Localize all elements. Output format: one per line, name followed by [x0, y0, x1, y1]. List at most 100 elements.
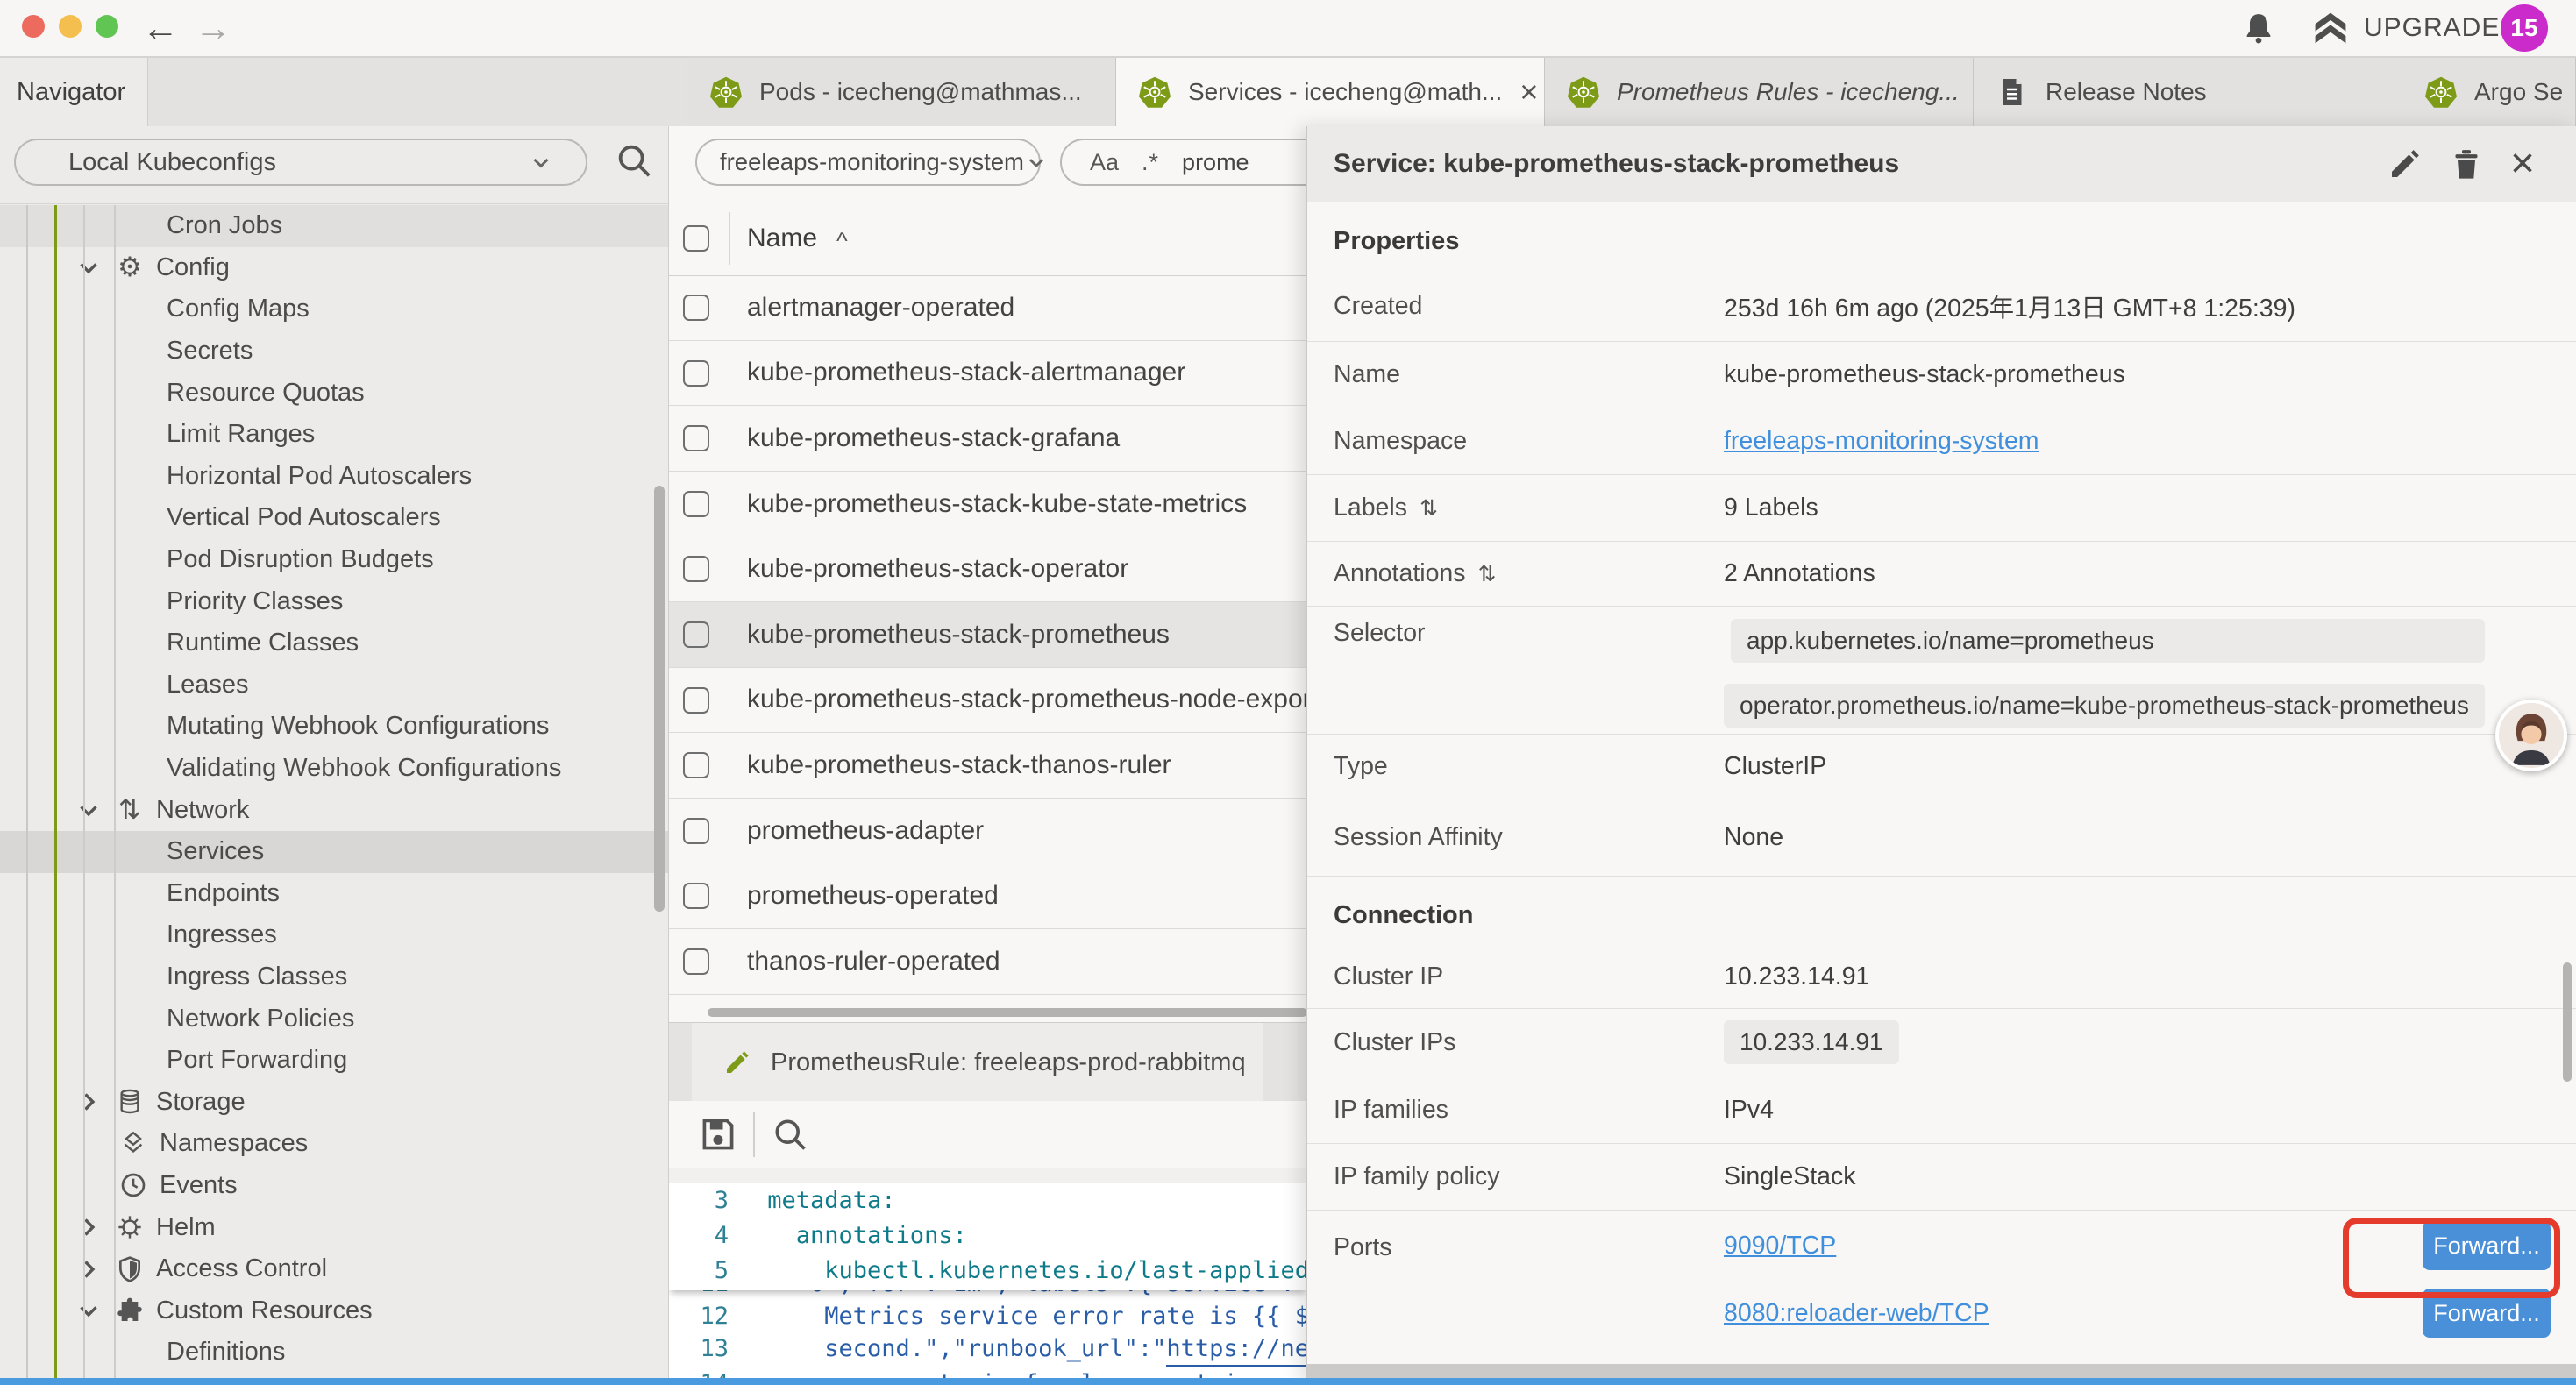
editor-tab[interactable]: Argo Se [2402, 58, 2576, 126]
close-window-button[interactable] [22, 15, 45, 38]
table-row[interactable]: kube-prometheus-stack-alertmanager [669, 341, 1307, 407]
editor-bottom-tab[interactable] [1276, 1023, 1307, 1102]
table-row[interactable]: kube-prometheus-stack-prometheus [669, 602, 1307, 668]
chevron-down-icon[interactable] [74, 1296, 103, 1325]
search-icon[interactable] [771, 1115, 809, 1154]
edit-pencil-icon[interactable] [2387, 146, 2423, 181]
sidebar-item[interactable]: Events [0, 1165, 668, 1207]
sidebar-item[interactable]: Leases [0, 664, 668, 707]
match-case-toggle[interactable]: Aa [1090, 149, 1119, 176]
table-row[interactable]: thanos-ruler-operated [669, 929, 1307, 995]
sidebar-item[interactable]: Secrets [0, 330, 668, 373]
sidebar-item[interactable]: Cron Jobs [0, 205, 668, 247]
table-row[interactable]: prometheus-operated [669, 863, 1307, 929]
code-link[interactable]: https://net [1166, 1332, 1307, 1367]
table-row[interactable]: kube-prometheus-stack-thanos-ruler [669, 733, 1307, 799]
forward-button[interactable]: → [195, 5, 231, 51]
name-column-header[interactable]: Name ^ [747, 202, 848, 275]
sidebar-scrollbar[interactable] [654, 486, 665, 912]
row-checkbox[interactable] [683, 948, 709, 975]
detail-horizontal-scrollbar-track[interactable] [1307, 1364, 2576, 1378]
sidebar-item[interactable]: Custom Resources [0, 1289, 668, 1332]
sidebar-item[interactable]: Vertical Pod Autoscalers [0, 497, 668, 539]
sidebar-item[interactable]: Ingresses [0, 914, 668, 956]
editor-tab[interactable]: Prometheus Rules - icecheng... [1545, 58, 1974, 126]
row-checkbox[interactable] [683, 556, 709, 582]
upgrade-button[interactable]: UPGRADE [2311, 9, 2500, 47]
sidebar-item[interactable]: Validating Webhook Configurations [0, 748, 668, 790]
yaml-editor[interactable]: 11 0","for":"1m","labels":{"service":" 1… [669, 1183, 1307, 1378]
editor-tab[interactable]: Services - icecheng@math... × [1116, 58, 1545, 126]
notification-count-badge[interactable]: 15 [2501, 4, 2548, 52]
sidebar-item[interactable]: Ingress Classes [0, 956, 668, 998]
row-checkbox[interactable] [683, 491, 709, 517]
back-button[interactable]: ← [142, 5, 179, 51]
search-input[interactable]: Aa .* prome [1060, 138, 1307, 186]
sidebar-item[interactable]: ⚙ Config [0, 247, 668, 289]
chevron-right-icon[interactable] [74, 1254, 103, 1284]
layers-icon [116, 1128, 151, 1160]
sidebar-item[interactable]: Horizontal Pod Autoscalers [0, 456, 668, 498]
sidebar-item[interactable]: ⇅ Network [0, 789, 668, 831]
row-checkbox[interactable] [683, 360, 709, 387]
table-row[interactable]: kube-prometheus-stack-kube-state-metrics [669, 472, 1307, 537]
sidebar-item[interactable]: Config Maps [0, 288, 668, 330]
search-icon[interactable] [614, 140, 654, 181]
sidebar-item[interactable]: Pod Disruption Budgets [0, 539, 668, 581]
sidebar-item[interactable]: Resource Quotas [0, 372, 668, 414]
port-link[interactable]: 9090/TCP [1724, 1232, 1836, 1261]
namespace-link[interactable]: freeleaps-monitoring-system [1724, 427, 2039, 456]
row-checkbox[interactable] [683, 687, 709, 714]
sidebar-item[interactable]: Services [0, 831, 668, 873]
sidebar-item[interactable]: Access Control [0, 1248, 668, 1290]
sidebar-item[interactable]: Port Forwarding [0, 1040, 668, 1082]
port-link[interactable]: 8080:reloader-web/TCP [1724, 1299, 1989, 1328]
editor-tab[interactable]: Pods - icecheng@mathmas... [687, 58, 1116, 126]
sidebar-item[interactable]: Storage [0, 1081, 668, 1123]
table-row[interactable]: kube-prometheus-stack-prometheus-node-ex… [669, 668, 1307, 734]
chevron-right-icon[interactable] [74, 1087, 103, 1117]
detail-scrollbar[interactable] [2563, 962, 2572, 1082]
editor-bottom-tab[interactable]: PrometheusRule: freeleaps-prod-rabbitmq [692, 1023, 1263, 1102]
kubeconfig-selector[interactable]: Local Kubeconfigs [14, 138, 587, 186]
row-checkbox[interactable] [683, 425, 709, 451]
avatar[interactable] [2495, 700, 2567, 771]
horizontal-scrollbar[interactable] [708, 1008, 1307, 1017]
editor-tab[interactable]: Release Notes [1974, 58, 2402, 126]
sidebar-item[interactable]: Network Policies [0, 998, 668, 1040]
chevron-down-icon[interactable] [74, 795, 103, 825]
row-checkbox[interactable] [683, 621, 709, 648]
row-checkbox[interactable] [683, 295, 709, 321]
sidebar-item[interactable]: Endpoints [0, 873, 668, 915]
sidebar-item[interactable]: Definitions [0, 1332, 668, 1374]
navigator-panel-tab[interactable]: Navigator [0, 58, 148, 126]
sidebar-item[interactable]: Runtime Classes [0, 622, 668, 664]
bell-icon[interactable] [2241, 11, 2276, 46]
row-checkbox[interactable] [683, 883, 709, 909]
select-all-checkbox[interactable] [683, 225, 709, 252]
sidebar-item[interactable]: Priority Classes [0, 580, 668, 622]
zoom-window-button[interactable] [96, 15, 118, 38]
table-row[interactable]: kube-prometheus-stack-grafana [669, 406, 1307, 472]
sidebar-item[interactable]: Mutating Webhook Configurations [0, 706, 668, 748]
row-checkbox[interactable] [683, 752, 709, 778]
save-icon[interactable] [699, 1115, 737, 1154]
table-row[interactable]: prometheus-adapter [669, 799, 1307, 864]
trash-icon[interactable] [2449, 146, 2484, 181]
minimize-window-button[interactable] [59, 15, 82, 38]
row-checkbox[interactable] [683, 818, 709, 844]
close-panel-icon[interactable]: × [2510, 146, 2545, 181]
sidebar-item[interactable]: Helm [0, 1206, 668, 1248]
chevron-down-icon[interactable] [74, 252, 103, 282]
expand-labels-icon[interactable]: ⇅ [1420, 495, 1438, 522]
line-number: 13 [669, 1332, 753, 1367]
close-tab-icon[interactable]: × [1519, 74, 1538, 110]
sidebar-item[interactable]: Limit Ranges [0, 414, 668, 456]
chevron-right-icon[interactable] [74, 1212, 103, 1242]
table-row[interactable]: alertmanager-operated [669, 275, 1307, 341]
expand-annotations-icon[interactable]: ⇅ [1478, 561, 1497, 587]
table-row[interactable]: kube-prometheus-stack-operator [669, 536, 1307, 602]
sidebar-item[interactable]: Namespaces [0, 1123, 668, 1165]
regex-toggle[interactable]: .* [1142, 149, 1159, 176]
namespace-filter-selector[interactable]: freeleaps-monitoring-system [695, 138, 1041, 186]
